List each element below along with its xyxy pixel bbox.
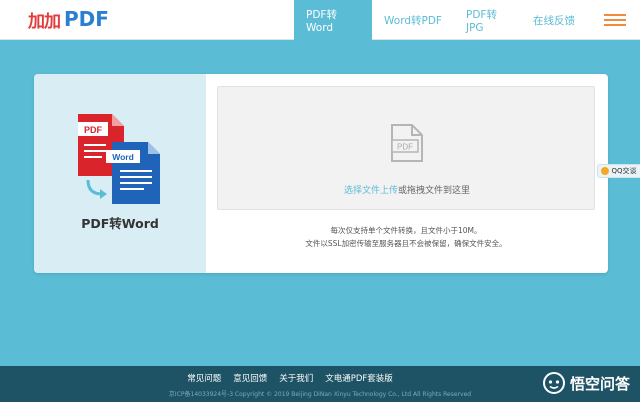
footer-link-faq[interactable]: 常见问题 xyxy=(187,372,221,384)
pdf-file-icon: PDF xyxy=(391,124,423,162)
copyright-text: 京ICP备14033924号-3 Copyright © 2019 Beijin… xyxy=(168,391,472,398)
word-doc-label: Word xyxy=(112,152,134,162)
file-drop-zone[interactable]: PDF 选择文件上传或拖拽文件到这里 xyxy=(217,86,595,210)
drag-hint: 或拖拽文件到这里 xyxy=(398,186,471,196)
footer-link-feedback[interactable]: 意见回馈 xyxy=(233,372,267,384)
nav-word-to-pdf[interactable]: Word转PDF xyxy=(372,0,454,40)
header: 加加 PDF PDF转Word Word转PDF PDF转JPG 在线反馈 xyxy=(0,0,640,40)
footer-links: 常见问题 意见回馈 关于我们 文电通PDF套装版 xyxy=(0,372,580,384)
converter-title: PDF转Word xyxy=(81,216,159,231)
converter-panel: PDF Word PDF转Word xyxy=(34,74,206,273)
site-logo[interactable]: 加加 PDF xyxy=(28,7,109,32)
select-file-link[interactable]: 选择文件上传 xyxy=(344,186,398,196)
wukong-logo-icon xyxy=(542,372,565,394)
nav-pdf-to-jpg[interactable]: PDF转JPG xyxy=(454,0,518,40)
info-size-limit: 每次仅支持单个文件转换，且文件小于10M。 xyxy=(330,226,482,235)
qq-icon xyxy=(601,167,610,175)
drop-icon-label: PDF xyxy=(397,143,413,152)
drop-instructions: 选择文件上传或拖拽文件到这里 xyxy=(218,183,596,196)
nav-pdf-to-word[interactable]: PDF转Word xyxy=(294,0,372,40)
nav-feedback[interactable]: 在线反馈 xyxy=(518,0,590,40)
logo-mark: 加加 xyxy=(28,11,61,32)
pdf-to-word-icon: PDF Word xyxy=(78,114,160,204)
footer-link-suite[interactable]: 文电通PDF套装版 xyxy=(325,372,393,384)
info-security: 文件以SSL加密传输至服务器且不会被保留，确保文件安全。 xyxy=(305,239,507,248)
footer: 常见问题 意见回馈 关于我们 文电通PDF套装版 京ICP备14033924号-… xyxy=(0,366,640,402)
pdf-doc-label: PDF xyxy=(84,125,103,135)
logo-text: PDF xyxy=(64,7,109,31)
footer-link-about[interactable]: 关于我们 xyxy=(279,372,313,384)
qq-chat-button[interactable]: QQ交谈 xyxy=(597,164,640,178)
watermark: 悟空问答 xyxy=(542,371,630,395)
hamburger-menu-icon[interactable] xyxy=(590,0,640,40)
main-nav: PDF转Word Word转PDF PDF转JPG 在线反馈 xyxy=(294,0,640,40)
qq-chat-label: QQ交谈 xyxy=(611,167,637,175)
converter-card: PDF Word PDF转Word PDF 选择文件上传或拖拽文件到这里 每次仅… xyxy=(34,74,608,273)
conversion-info: 每次仅支持单个文件转换，且文件小于10M。 文件以SSL加密传输至服务器且不会被… xyxy=(217,224,595,250)
watermark-text: 悟空问答 xyxy=(569,374,630,393)
